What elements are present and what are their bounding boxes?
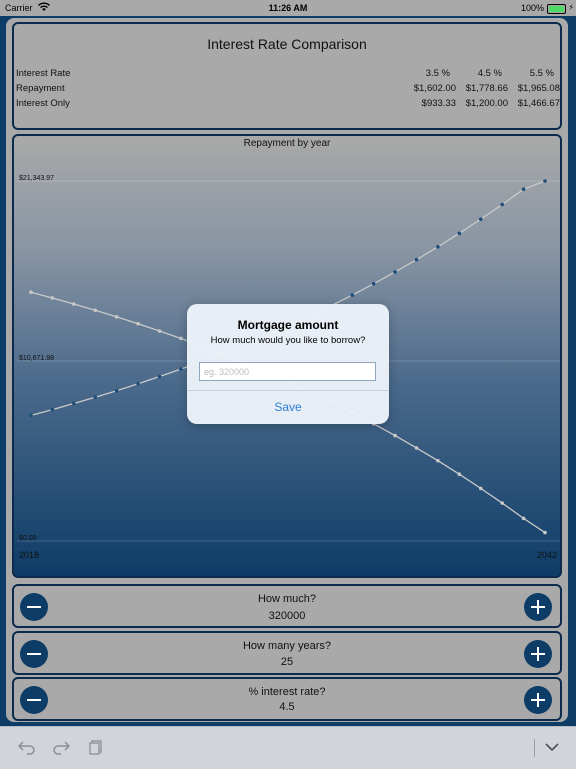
- rate-row-interest: Interest Rate 3.5 % 4.5 % 5.5 %: [16, 68, 560, 82]
- years-control: How many years? 25: [12, 631, 562, 675]
- data-point: [371, 281, 376, 286]
- data-point: [478, 217, 483, 221]
- increase-rate-button[interactable]: [524, 686, 552, 714]
- cell-value: $933.33: [421, 98, 456, 109]
- x-tick-label: 2042: [537, 550, 557, 560]
- minus-icon: [27, 606, 41, 608]
- data-point: [114, 315, 119, 319]
- chevron-down-icon[interactable]: [544, 739, 560, 759]
- years-question: How many years?: [242, 640, 332, 652]
- rate-question: % interest rate?: [248, 686, 326, 698]
- data-point: [29, 413, 33, 418]
- row-label: Interest Rate: [16, 68, 71, 79]
- mortgage-amount-dialog: Mortgage amount How much would you like …: [187, 304, 389, 424]
- amount-value: 320000: [268, 610, 306, 622]
- save-button[interactable]: Save: [187, 400, 389, 414]
- rate-row-repayment: Repayment $1,602.00 $1,778.66 $1,965.08: [16, 83, 560, 97]
- redo-icon[interactable]: [52, 739, 71, 759]
- toolbar-divider: [534, 739, 535, 757]
- rate-control: % interest rate? 4.5: [12, 677, 562, 721]
- data-point: [521, 516, 526, 521]
- data-point: [29, 290, 33, 295]
- cell-value: 4.5 %: [477, 68, 502, 79]
- y-tick-label: $0.00: [19, 535, 37, 542]
- data-point: [50, 296, 55, 300]
- cell-value: $1,466.67: [517, 98, 560, 109]
- minus-icon: [27, 653, 41, 655]
- amount-control: How much? 320000: [12, 584, 562, 628]
- battery-percent: 100%: [520, 3, 544, 13]
- clock-label: 11:26 AM: [268, 3, 308, 13]
- dialog-divider: [187, 390, 389, 391]
- data-point: [157, 329, 162, 333]
- keyboard-toolbar: [0, 726, 576, 769]
- data-point: [500, 501, 504, 505]
- data-point: [136, 382, 140, 386]
- comparison-panel: Interest Rate Comparison Interest Rate 3…: [12, 22, 562, 130]
- data-point: [93, 308, 98, 313]
- data-point: [114, 388, 119, 393]
- y-tick-label: $10,671.98: [19, 355, 54, 362]
- data-point: [72, 401, 76, 406]
- clipboard-icon[interactable]: [88, 739, 104, 759]
- dialog-message: How much would you like to borrow?: [210, 335, 366, 346]
- data-point: [414, 257, 419, 262]
- data-point: [157, 374, 162, 379]
- data-point: [136, 321, 140, 326]
- page-title: Interest Rate Comparison: [207, 36, 367, 52]
- data-point: [521, 187, 526, 191]
- cell-value: 3.5 %: [425, 68, 450, 79]
- row-label: Repayment: [16, 83, 65, 94]
- cell-value: 5.5 %: [529, 68, 554, 79]
- data-point: [414, 446, 419, 450]
- data-point: [72, 302, 76, 306]
- cell-value: $1,602.00: [413, 83, 456, 94]
- cell-value: $1,965.08: [517, 83, 560, 94]
- status-bar: Carrier 11:26 AM 100% ⚡: [0, 0, 576, 16]
- data-point: [393, 270, 397, 274]
- data-point: [500, 202, 504, 207]
- data-point: [179, 336, 183, 341]
- rate-row-interest-only: Interest Only $933.33 $1,200.00 $1,466.6…: [16, 98, 560, 112]
- data-point: [457, 231, 462, 236]
- dialog-title: Mortgage amount: [237, 318, 339, 332]
- battery-icon: [547, 4, 566, 14]
- amount-input[interactable]: [199, 362, 376, 381]
- data-point: [350, 293, 355, 297]
- data-point: [436, 245, 440, 249]
- increase-years-button[interactable]: [524, 640, 552, 668]
- data-point: [393, 433, 397, 438]
- data-point: [478, 486, 483, 491]
- rate-value: 4.5: [279, 701, 295, 713]
- y-tick-label: $21,343.97: [19, 175, 54, 182]
- data-point: [436, 458, 440, 463]
- x-tick-label: 2018: [19, 550, 39, 560]
- increase-amount-button[interactable]: [524, 593, 552, 621]
- data-point: [457, 472, 462, 477]
- data-point: [179, 367, 183, 371]
- data-point: [543, 530, 547, 535]
- data-point: [50, 407, 55, 412]
- undo-icon[interactable]: [17, 739, 36, 759]
- data-point: [543, 179, 547, 183]
- years-value: 25: [280, 656, 294, 668]
- row-label: Interest Only: [16, 98, 70, 109]
- cell-value: $1,778.66: [465, 83, 508, 94]
- cell-value: $1,200.00: [465, 98, 508, 109]
- amount-question: How much?: [257, 593, 317, 605]
- charging-icon: ⚡: [568, 3, 574, 12]
- data-point: [93, 395, 98, 400]
